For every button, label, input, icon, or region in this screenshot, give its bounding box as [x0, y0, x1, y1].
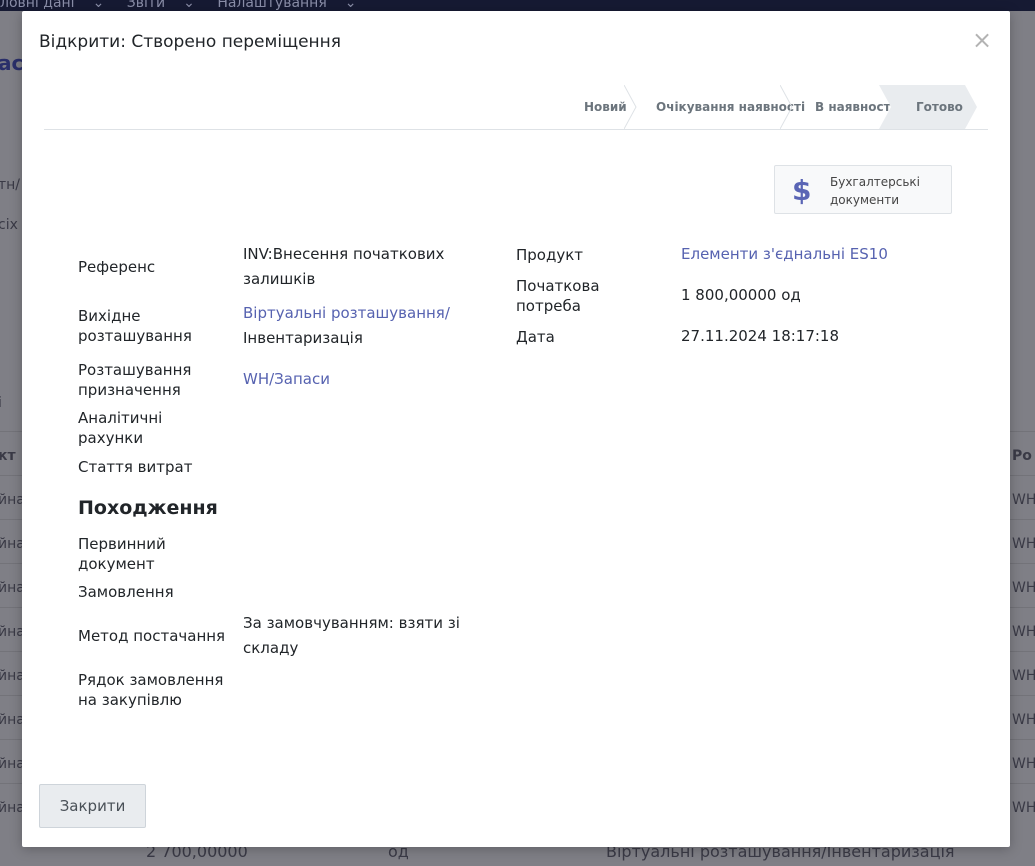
background-fragment: WH/ [1012, 492, 1035, 508]
background-fragment: WH/ [1012, 536, 1035, 552]
background-fragment: WH/ [1012, 580, 1035, 596]
label-line: документ [78, 555, 155, 573]
close-button[interactable]: Закрити [39, 784, 146, 828]
background-fragment: і [0, 395, 2, 411]
reference-label: Референс [78, 258, 156, 276]
background-menu-item: Налаштування [217, 0, 327, 11]
label-line: на закупівлю [78, 691, 182, 709]
status-step-label: Готово [916, 100, 963, 114]
background-fragment: ас [0, 51, 24, 75]
step-separator [624, 85, 637, 129]
chevron-down-icon: ⌄ [183, 0, 200, 11]
background-fragment: WH/ [1012, 712, 1035, 728]
order-label: Замовлення [78, 583, 174, 601]
date-label: Дата [516, 328, 555, 346]
chevron-down-icon: ⌄ [92, 0, 109, 11]
background-fragment: Ро [1012, 448, 1032, 464]
background-fragment: WH/ [1012, 756, 1035, 772]
purchase-line-label: Рядок замовлення на закупівлю [78, 670, 223, 710]
origin-section-title: Походження [78, 497, 218, 519]
background-fragment: кт [0, 448, 16, 464]
label-line: потреба [516, 297, 581, 315]
background-fragment: WH/ [1012, 800, 1035, 816]
accounting-documents-label: Бухгалтерські документи [830, 173, 940, 209]
status-step-waiting[interactable]: Очікування наявності [638, 85, 805, 129]
dialog-title: Відкрити: Створено переміщення [39, 32, 341, 52]
status-step-label: Новий [584, 100, 627, 114]
product-link[interactable]: Елементи з'єднальні ES10 [681, 242, 888, 267]
label-line: Аналітичні [78, 409, 163, 427]
label-line: документи [830, 193, 900, 207]
background-fragment: WH/ [1012, 668, 1035, 684]
analytic-accounts-label: Аналітичні рахунки [78, 408, 162, 448]
label-line: Первинний [78, 535, 166, 553]
background-menu-item: ловні дані [0, 0, 75, 11]
stock-move-dialog: Відкрити: Створено переміщення × Новий О… [22, 11, 1010, 847]
procure-method-value: За замовчуванням: взяти зі складу [243, 611, 483, 661]
dest-location-link[interactable]: WH/Запаси [243, 367, 330, 392]
label-line: Розташування [78, 361, 192, 379]
source-document-label: Первинний документ [78, 534, 166, 574]
background-navbar: ловні дані ⌄ Звіти ⌄ Налаштування ⌄ [0, 0, 1035, 11]
label-line: Вихідне [78, 307, 141, 325]
dest-location-label: Розташування призначення [78, 360, 191, 400]
label-line: рахунки [78, 429, 144, 447]
quantity-value: 1 800,00000 [681, 286, 777, 304]
value-line: складу [243, 639, 299, 657]
status-step-available[interactable]: В наявності [794, 85, 895, 129]
value-line: За замовчуванням: взяти зі [243, 614, 460, 632]
status-bar: Новий Очікування наявності В наявності Г… [44, 85, 988, 130]
background-menu-item: Звіти [126, 0, 166, 11]
source-location-label: Вихідне розташування [78, 306, 192, 346]
initial-demand-value: 1 800,00000 од [681, 283, 801, 308]
product-label: Продукт [516, 246, 584, 264]
dollar-icon: $ [792, 174, 812, 207]
label-line: розташування [78, 327, 192, 345]
label-line: призначення [78, 381, 181, 399]
date-value: 27.11.2024 18:17:18 [681, 327, 840, 345]
cost-item-label: Стаття витрат [78, 458, 193, 476]
label-line: Бухгалтерські [830, 175, 921, 189]
background-fragment: сіх [0, 217, 18, 233]
label-line: Початкова [516, 277, 600, 295]
close-icon[interactable]: × [972, 28, 992, 52]
uom-value: од [781, 286, 801, 304]
value-line: Інвентаризація [243, 329, 363, 347]
background-fragment: WH/ [1012, 624, 1035, 640]
status-step-done: Готово [893, 85, 965, 129]
background-menu: ловні дані ⌄ Звіти ⌄ Налаштування ⌄ [0, 0, 375, 11]
value-line: INV:Внесення початкових [243, 245, 445, 263]
label-line: Рядок замовлення [78, 671, 224, 689]
value-line: залишків [243, 270, 316, 288]
initial-demand-label: Початкова потреба [516, 276, 600, 316]
procure-method-label: Метод постачання [78, 627, 226, 645]
reference-value: INV:Внесення початкових залишків [243, 242, 483, 292]
source-location-link[interactable]: Віртуальні розташування/ [243, 301, 483, 326]
accounting-documents-button[interactable]: $ Бухгалтерські документи [774, 165, 952, 214]
status-step-new[interactable]: Новий [562, 85, 627, 129]
step-separator [780, 85, 793, 129]
chevron-down-icon: ⌄ [344, 0, 357, 11]
source-location-value: Віртуальні розташування/ Інвентаризація [243, 301, 483, 351]
background-fragment: тн/ [0, 177, 21, 193]
